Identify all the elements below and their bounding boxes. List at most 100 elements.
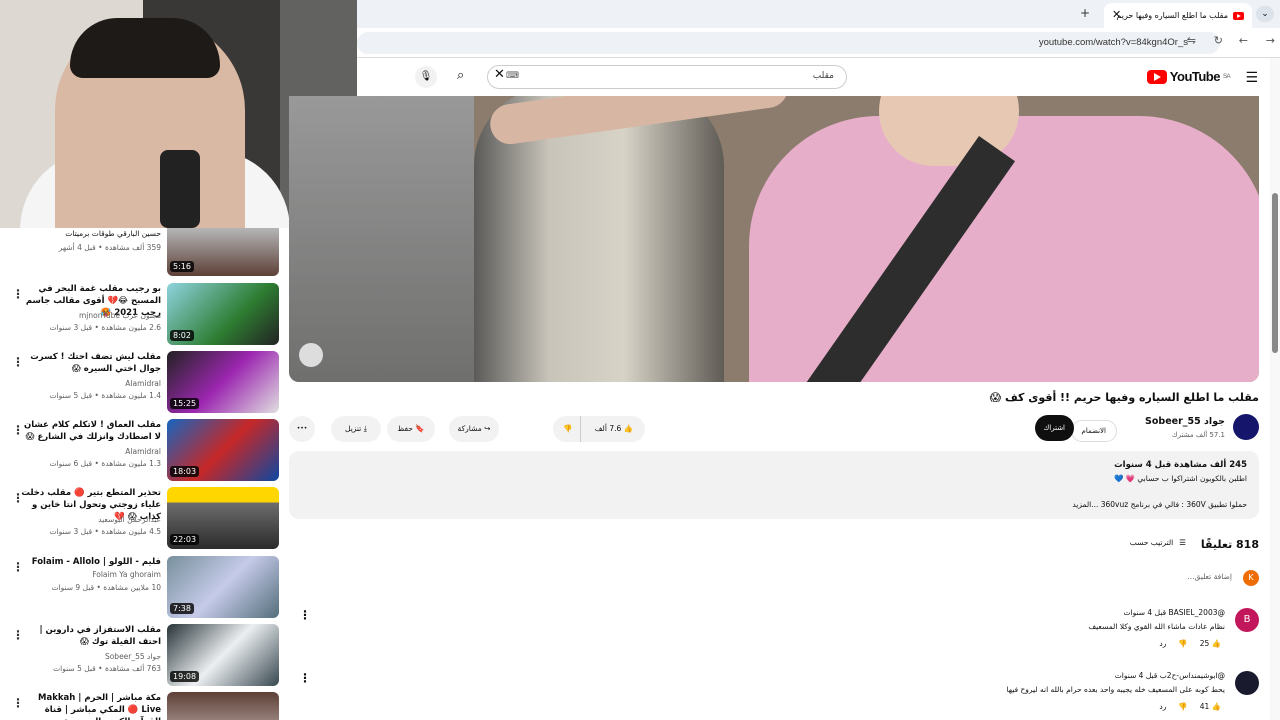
join-button[interactable]: الانضمام bbox=[1070, 420, 1117, 442]
comment-like-button[interactable]: 👍 25 bbox=[1200, 639, 1221, 648]
user-avatar: K bbox=[1243, 570, 1259, 586]
comment-like-count: 25 bbox=[1199, 639, 1210, 648]
rec-meta: 10 ملايين مشاهدة • قبل 9 سنوات bbox=[51, 583, 161, 592]
comment-avatar[interactable] bbox=[1235, 671, 1259, 695]
add-comment-input[interactable]: إضافة تعليق... bbox=[1187, 572, 1232, 581]
rec-thumbnail[interactable]: 18:03 bbox=[167, 419, 279, 481]
rec-thumbnail[interactable]: 7:38 bbox=[167, 556, 279, 618]
rec-channel[interactable]: جواد Sobeer_55 bbox=[11, 652, 161, 661]
channel-watermark-icon[interactable] bbox=[299, 343, 323, 367]
rec-meta: 763 ألف مشاهدة • قبل 5 سنوات bbox=[53, 664, 161, 673]
channel-avatar[interactable] bbox=[1233, 414, 1259, 440]
more-options-icon[interactable]: ⋮ bbox=[12, 696, 24, 710]
like-button[interactable]: 👍 7.6 ألف bbox=[595, 416, 633, 442]
like-dislike-group: 👍 7.6 ألف 👎 bbox=[553, 416, 645, 442]
rec-channel[interactable]: مجنون عرب mjnonTube bbox=[11, 311, 161, 320]
forward-icon[interactable]: ← bbox=[1239, 34, 1248, 47]
rec-thumbnail[interactable]: 5:16 bbox=[167, 228, 279, 276]
rec-item[interactable]: 22:03 تحذير المتطع بتير 🔴 مقلب دخلت عليا… bbox=[0, 487, 285, 549]
rec-thumbnail[interactable]: 8:02 bbox=[167, 283, 279, 345]
comment-author[interactable]: @ابوشيمنداس-ح2ب قبل 4 سنوات bbox=[1115, 671, 1225, 680]
search-query[interactable]: مقلب bbox=[813, 71, 834, 81]
rec-thumbnail[interactable]: 15:25 bbox=[167, 351, 279, 413]
youtube-header: مقلب ⌨ ✕ ⌕ 🎙 YouTube SA ☰ bbox=[357, 58, 1280, 96]
more-options-icon[interactable]: ⋮ bbox=[12, 628, 24, 642]
comment-more-icon[interactable]: ⋮ bbox=[299, 671, 311, 685]
rec-title[interactable]: فليم - اللولو | Folaim - Allolo bbox=[21, 556, 161, 568]
reply-button[interactable]: رد bbox=[1159, 702, 1166, 711]
rec-item[interactable]: 5:16 حسين البارقي طوقات برميتات 359 ألف … bbox=[0, 228, 285, 290]
rec-title[interactable]: مقلب ليش تضف احتك ! كسرت جوال اختي السير… bbox=[21, 351, 161, 375]
comment-more-icon[interactable]: ⋮ bbox=[299, 608, 311, 622]
rec-meta: 2.6 مليون مشاهدة • قبل 3 سنوات bbox=[49, 323, 161, 332]
comment-author[interactable]: @BASIEL_2003 قبل 4 سنوات bbox=[1123, 608, 1225, 617]
more-options-icon[interactable]: ⋮ bbox=[12, 560, 24, 574]
menu-icon[interactable]: ☰ bbox=[1245, 70, 1258, 86]
rec-item[interactable]: 8:02 بو رجيب مقلب غمة البحر في المسبح 😂💔… bbox=[0, 283, 285, 345]
save-label: حفظ bbox=[397, 424, 413, 433]
clear-search-icon[interactable]: ✕ bbox=[494, 67, 505, 82]
back-icon[interactable]: → bbox=[1266, 34, 1275, 47]
tab-active[interactable]: مقلب ما اطلع السياره وفيها حريم ✕ bbox=[1104, 3, 1252, 28]
rec-item[interactable]: مكة مباشر | الحرم | Makkah Live 🔴 المكي … bbox=[0, 692, 285, 720]
tab-close-icon[interactable]: ✕ bbox=[1112, 8, 1121, 21]
subscribe-button[interactable]: اشتراك bbox=[1034, 415, 1074, 441]
download-label: تنزيل bbox=[345, 424, 362, 433]
more-actions-button[interactable]: ••• bbox=[289, 416, 315, 442]
duration-badge: 19:08 bbox=[170, 671, 200, 682]
sort-button[interactable]: ☰ الترتيب حسب bbox=[1130, 538, 1186, 547]
new-tab-button[interactable]: + bbox=[1080, 6, 1090, 20]
view-count: 245 ألف مشاهدة قبل 4 سنوات bbox=[1114, 460, 1247, 470]
reload-icon[interactable]: ↻ bbox=[1214, 34, 1223, 47]
comment-dislike-button[interactable]: 👎 bbox=[1178, 639, 1187, 648]
rec-thumbnail[interactable]: 19:08 bbox=[167, 624, 279, 686]
rec-channel[interactable]: Folaim Ya ghoraim bbox=[11, 570, 161, 579]
site-settings-icon[interactable]: ⇋ bbox=[1187, 34, 1196, 47]
rec-title[interactable]: مقلب الاستفزاز في داروين | احتف الفيلة ت… bbox=[21, 624, 161, 648]
comment-dislike-button[interactable]: 👎 bbox=[1178, 702, 1187, 711]
channel-name[interactable]: جواد Sobeer_55 bbox=[1145, 416, 1225, 427]
rec-thumbnail[interactable] bbox=[167, 692, 279, 720]
rec-thumbnail[interactable]: 22:03 bbox=[167, 487, 279, 549]
scrollbar-thumb[interactable] bbox=[1272, 193, 1278, 353]
download-button[interactable]: ⤓ تنزيل bbox=[331, 416, 381, 442]
description-box[interactable]: 245 ألف مشاهدة قبل 4 سنوات اطلبن بالكوبو… bbox=[289, 451, 1259, 519]
share-button[interactable]: ↪ مشاركة bbox=[449, 416, 499, 442]
comment-text: نظام عادات ماشاء الله القوي وكلا المسعيف bbox=[1088, 622, 1225, 631]
more-options-icon[interactable]: ⋮ bbox=[12, 355, 24, 369]
more-options-icon[interactable]: ⋮ bbox=[12, 491, 24, 505]
video-title: مقلب ما اطلع السياره وفيها حريم !! أقوى … bbox=[989, 391, 1259, 404]
dislike-button[interactable]: 👎 bbox=[563, 416, 582, 442]
comment-like-button[interactable]: 👍 41 bbox=[1200, 702, 1221, 711]
rec-item[interactable]: 18:03 مقلب العماق ! لاتكلم كلام عشان لا … bbox=[0, 419, 285, 481]
rec-item[interactable]: 19:08 مقلب الاستفزاز في داروين | احتف ال… bbox=[0, 624, 285, 686]
more-options-icon[interactable]: ⋮ bbox=[12, 287, 24, 301]
voice-search-icon[interactable]: 🎙 bbox=[415, 66, 437, 88]
reply-button[interactable]: رد bbox=[1159, 639, 1166, 648]
rec-item[interactable]: 15:25 مقلب ليش تضف احتك ! كسرت جوال اختي… bbox=[0, 351, 285, 413]
search-icon[interactable]: ⌕ bbox=[457, 68, 464, 83]
youtube-logo[interactable]: YouTube SA bbox=[1146, 69, 1231, 84]
comment-item: B @BASIEL_2003 قبل 4 سنوات نظام عادات ما… bbox=[289, 608, 1259, 658]
rec-title[interactable]: حسين البارقي طوقات برميتات bbox=[21, 228, 161, 240]
rec-item[interactable]: 7:38 فليم - اللولو | Folaim - Allolo Fol… bbox=[0, 556, 285, 618]
tab-search-button[interactable]: ⌄ bbox=[1256, 6, 1274, 22]
rec-channel[interactable]: Alamidral bbox=[11, 379, 161, 388]
youtube-play-icon bbox=[1146, 69, 1167, 84]
country-code: SA bbox=[1222, 73, 1231, 80]
duration-badge: 18:03 bbox=[170, 466, 200, 477]
rec-title[interactable]: مقلب العماق ! لاتكلم كلام عشان لا اصطادك… bbox=[21, 419, 161, 443]
sort-label: الترتيب حسب bbox=[1129, 538, 1174, 547]
rec-channel[interactable]: Alamidral bbox=[11, 447, 161, 456]
page-scrollbar[interactable] bbox=[1270, 58, 1280, 720]
url-text[interactable]: youtube.com/watch?v=84kgn4Or_s bbox=[1039, 37, 1188, 48]
rec-title[interactable]: مكة مباشر | الحرم | Makkah Live 🔴 المكي … bbox=[21, 692, 161, 720]
search-input[interactable]: مقلب ⌨ bbox=[487, 65, 847, 89]
more-options-icon[interactable]: ⋮ bbox=[12, 423, 24, 437]
video-player[interactable] bbox=[289, 96, 1259, 382]
save-button[interactable]: 🔖 حفظ bbox=[387, 416, 435, 442]
rec-channel[interactable]: عبدالرحمن البوسعيد bbox=[11, 515, 161, 524]
comment-avatar[interactable]: B bbox=[1235, 608, 1259, 632]
duration-badge: 15:25 bbox=[170, 398, 200, 409]
keyboard-icon[interactable]: ⌨ bbox=[506, 71, 519, 81]
